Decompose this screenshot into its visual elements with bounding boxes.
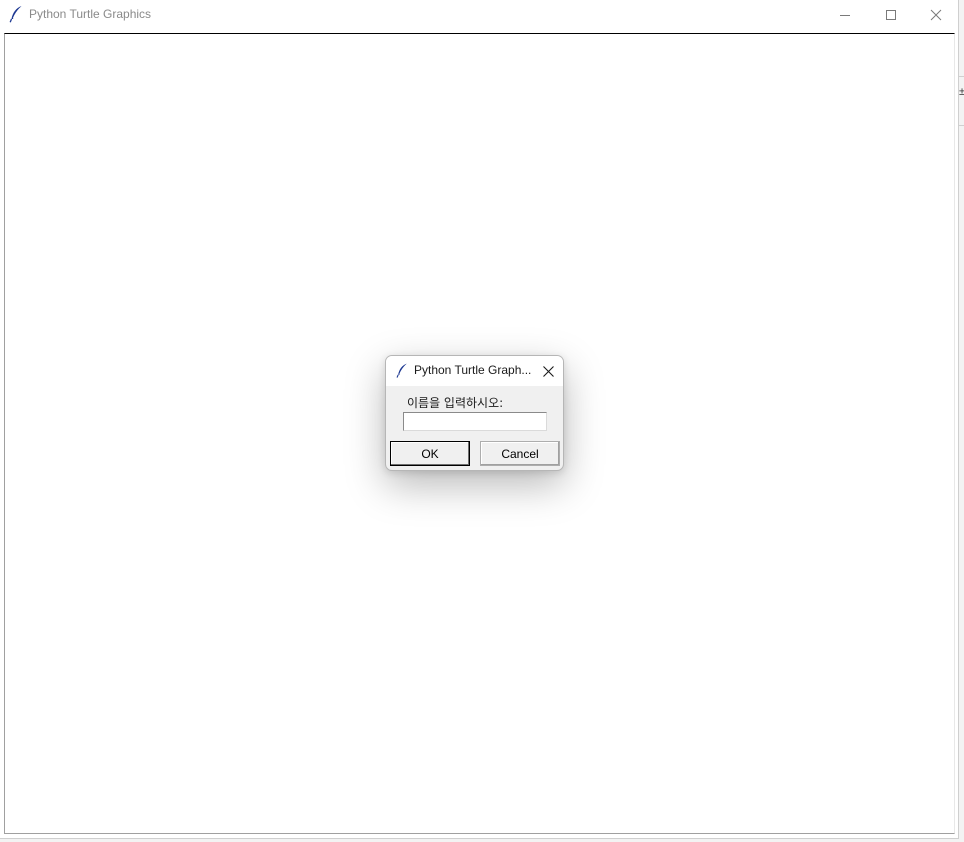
close-icon — [930, 9, 942, 21]
maximize-icon — [886, 10, 896, 20]
dialog-prompt-label: 이름을 입력하시오: — [407, 396, 504, 410]
close-icon — [542, 365, 554, 377]
ok-button[interactable]: OK — [390, 441, 470, 466]
dialog-close-button[interactable] — [533, 356, 563, 386]
minimize-icon — [840, 15, 850, 16]
feather-icon — [396, 363, 407, 378]
maximize-button[interactable] — [868, 0, 914, 30]
cancel-button[interactable]: Cancel — [480, 441, 560, 466]
window-title: Python Turtle Graphics — [29, 7, 152, 21]
dialog-titlebar[interactable]: Python Turtle Graph... — [386, 356, 563, 386]
background-window-glyph: ± — [959, 86, 964, 98]
window-titlebar[interactable]: Python Turtle Graphics — [0, 0, 958, 30]
input-dialog: Python Turtle Graph... 이름을 입력하시오: OK Can… — [385, 355, 564, 471]
feather-icon — [9, 6, 22, 23]
background-window-edge — [959, 76, 964, 126]
dialog-title: Python Turtle Graph... — [414, 363, 532, 377]
name-input[interactable] — [403, 412, 547, 431]
minimize-button[interactable] — [822, 0, 868, 30]
window-close-button[interactable] — [913, 0, 959, 30]
